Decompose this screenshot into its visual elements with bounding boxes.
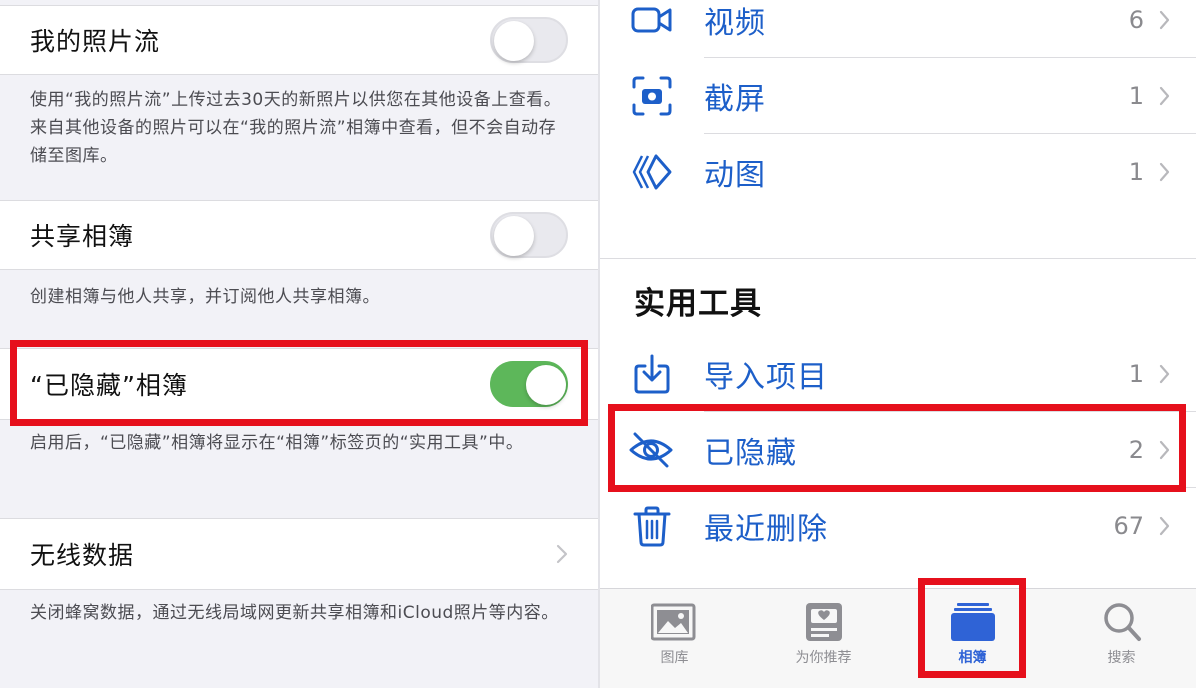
tab-label: 图库: [660, 650, 689, 666]
album-label: 最近删除: [704, 512, 828, 547]
album-label: 视频: [704, 6, 766, 41]
tab-library[interactable]: 图库: [600, 589, 749, 688]
for-you-icon: [805, 603, 842, 641]
album-row-animated[interactable]: 动图 1: [600, 134, 1196, 210]
chevron-right-icon: [1159, 86, 1170, 106]
hidden-eye-icon: [629, 432, 673, 468]
chevron-right-icon: [1159, 440, 1170, 460]
section-separator: [600, 258, 1196, 259]
wireless-data-row[interactable]: 无线数据: [0, 518, 598, 590]
album-row-recently-deleted[interactable]: 最近删除 67: [600, 488, 1196, 564]
album-count: 1: [1128, 158, 1144, 186]
photo-stream-footer: 使用“我的照片流”上传过去30天的新照片以供您在其他设备上查看。来自其他设备的照…: [30, 90, 562, 166]
album-count: 67: [1113, 512, 1144, 540]
album-count: 1: [1128, 82, 1144, 110]
album-row-screenshots[interactable]: 截屏 1: [600, 58, 1196, 134]
screenshot-icon: [632, 76, 672, 116]
tab-label: 为你推荐: [795, 650, 852, 666]
animated-icon: [632, 154, 672, 190]
utilities-section-title: 实用工具: [634, 286, 762, 322]
album-label: 截屏: [704, 82, 766, 117]
trash-icon: [633, 506, 671, 547]
tab-for-you[interactable]: 为你推荐: [749, 589, 898, 688]
album-label: 动图: [704, 158, 766, 193]
import-icon: [634, 354, 670, 394]
tab-search[interactable]: 搜索: [1047, 589, 1196, 688]
hidden-album-footer: 启用后，“已隐藏”相簿将显示在“相簿”标签页的“实用工具”中。: [30, 433, 524, 453]
photo-stream-row: 我的照片流: [0, 5, 598, 75]
toggle-knob: [494, 216, 534, 256]
shared-albums-row: 共享相簿: [0, 200, 598, 270]
album-label: 已隐藏: [704, 436, 797, 471]
chevron-right-icon: [1159, 364, 1170, 384]
albums-panel: 视频 6 截屏 1 动图 1 实用工具 导入项目 1 已隐藏 2 最近删除 67…: [598, 0, 1196, 688]
album-row-videos[interactable]: 视频 6: [600, 0, 1196, 58]
chevron-right-icon: [1159, 162, 1170, 182]
album-row-imports[interactable]: 导入项目 1: [600, 336, 1196, 412]
chevron-right-icon: [1159, 516, 1170, 536]
wireless-data-label: 无线数据: [30, 541, 135, 570]
wireless-data-footer: 关闭蜂窝数据，通过无线局域网更新共享相簿和iCloud照片等内容。: [30, 603, 559, 623]
shared-albums-toggle[interactable]: [490, 212, 568, 258]
tab-label: 搜索: [1107, 650, 1136, 666]
search-icon: [1103, 603, 1141, 641]
photo-stream-label: 我的照片流: [30, 27, 161, 56]
tab-bar: 图库 为你推荐 相簿 搜索: [600, 588, 1196, 688]
chevron-right-icon: [556, 544, 568, 564]
library-icon: [650, 603, 695, 641]
photo-stream-toggle[interactable]: [490, 17, 568, 63]
chevron-right-icon: [1159, 10, 1170, 30]
album-row-hidden[interactable]: 已隐藏 2: [600, 412, 1196, 488]
album-count: 1: [1128, 360, 1144, 388]
hidden-album-row: “已隐藏”相簿: [0, 348, 598, 420]
shared-albums-footer: 创建相簿与他人共享，并订阅他人共享相簿。: [30, 287, 380, 307]
album-count: 6: [1128, 6, 1144, 34]
photos-settings-panel: 我的照片流 使用“我的照片流”上传过去30天的新照片以供您在其他设备上查看。来自…: [0, 0, 598, 688]
toggle-knob: [494, 21, 534, 61]
shared-albums-label: 共享相簿: [30, 222, 135, 251]
albums-icon: [950, 603, 995, 641]
hidden-album-toggle[interactable]: [490, 361, 568, 407]
album-label: 导入项目: [704, 360, 828, 395]
hidden-album-label: “已隐藏”相簿: [30, 371, 188, 400]
tab-albums[interactable]: 相簿: [898, 589, 1047, 688]
album-count: 2: [1128, 436, 1144, 464]
video-icon: [631, 7, 672, 33]
toggle-knob: [526, 365, 566, 405]
tab-label: 相簿: [958, 650, 987, 666]
